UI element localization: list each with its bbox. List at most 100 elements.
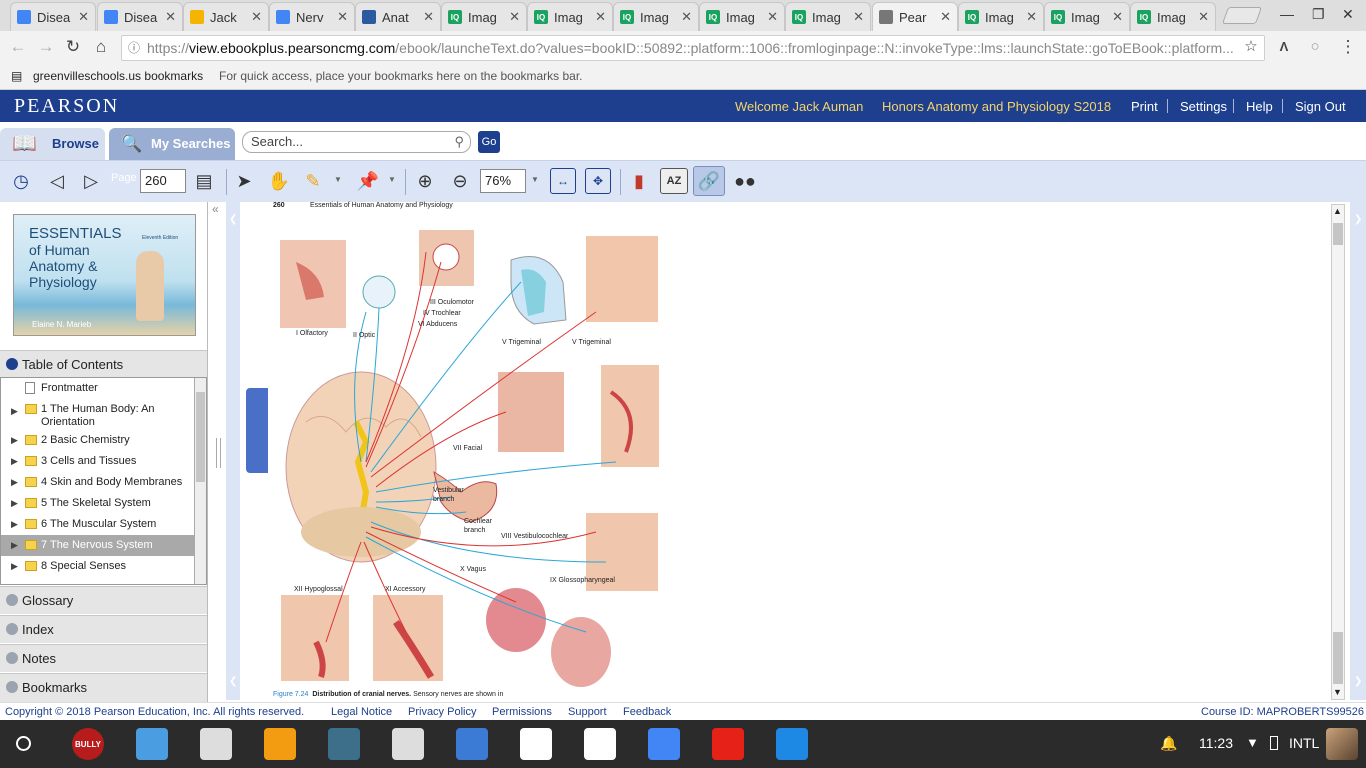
browser-tab[interactable]: Disea ✕ xyxy=(97,2,183,31)
toc-item-chapter-3[interactable]: ▶ 3 Cells and Tissues xyxy=(1,451,206,472)
prev-page-arrow-icon[interactable]: ❮ xyxy=(229,676,237,687)
scroll-down-icon[interactable]: ▼ xyxy=(1333,687,1342,697)
expand-icon[interactable]: ▶ xyxy=(11,430,18,451)
battery-icon[interactable] xyxy=(1270,736,1278,750)
highlighter-dropdown-icon[interactable]: ▼ xyxy=(334,175,342,184)
go-button[interactable]: Go xyxy=(478,131,500,153)
toc-item-chapter-4[interactable]: ▶ 4 Skin and Body Membranes xyxy=(1,472,206,493)
support-link[interactable]: Support xyxy=(568,703,607,721)
close-tab-icon[interactable]: ✕ xyxy=(1198,9,1209,25)
tab-browse[interactable]: 📖 Browse xyxy=(0,128,105,160)
next-page-icon[interactable]: ▷ xyxy=(78,168,104,194)
page-scrollbar[interactable]: ▲ ▼ xyxy=(1331,204,1345,700)
user-avatar[interactable] xyxy=(1326,728,1358,760)
close-tab-icon[interactable]: ✕ xyxy=(1026,9,1037,25)
gmail-app-icon[interactable] xyxy=(584,728,616,760)
prev-page-arrow-icon[interactable]: ❮ xyxy=(229,214,237,225)
launcher-icon[interactable] xyxy=(16,736,31,751)
pushpin-icon[interactable]: 📌 xyxy=(355,168,381,194)
browser-tab[interactable]: Pear ✕ xyxy=(872,2,958,31)
zoom-out-icon[interactable]: ⊖ xyxy=(447,168,473,194)
page-side-tab[interactable] xyxy=(246,388,268,473)
zoom-in-icon[interactable]: ⊕ xyxy=(412,168,438,194)
page-scrollbar-thumb[interactable] xyxy=(1333,632,1343,684)
expand-icon[interactable]: ▶ xyxy=(11,535,18,556)
toc-item-chapter-6[interactable]: ▶ 6 The Muscular System xyxy=(1,514,206,535)
sign-out-link[interactable]: Sign Out xyxy=(1295,99,1346,114)
close-tab-icon[interactable]: ✕ xyxy=(940,9,951,25)
browser-tab[interactable]: IQ Imag ✕ xyxy=(613,2,699,31)
scroll-up-icon[interactable]: ▲ xyxy=(1333,206,1342,216)
expand-icon[interactable]: ▶ xyxy=(11,451,18,472)
toc-item-chapter-2[interactable]: ▶ 2 Basic Chemistry xyxy=(1,430,206,451)
expand-icon[interactable]: ▶ xyxy=(11,556,18,577)
menu-icon[interactable]: ⋮ xyxy=(1338,37,1358,57)
browser-tab[interactable]: IQ Imag ✕ xyxy=(441,2,527,31)
toc-scrollbar-thumb[interactable] xyxy=(196,392,205,482)
browser-tab[interactable]: Disea ✕ xyxy=(10,2,96,31)
permissions-link[interactable]: Permissions xyxy=(492,703,552,721)
chrome-app-icon[interactable] xyxy=(520,728,552,760)
pushpin-dropdown-icon[interactable]: ▼ xyxy=(388,175,396,184)
pan-hand-icon[interactable]: ✋ xyxy=(266,168,292,194)
zoom-level-input[interactable]: 76% xyxy=(480,169,526,193)
close-tab-icon[interactable]: ✕ xyxy=(423,9,434,25)
close-tab-icon[interactable]: ✕ xyxy=(595,9,606,25)
extension-icon[interactable]: Λ xyxy=(1274,37,1294,57)
print-link[interactable]: Print xyxy=(1131,99,1158,114)
expand-icon[interactable]: ▶ xyxy=(11,472,18,493)
fit-width-icon[interactable]: ↔ xyxy=(550,168,576,194)
photo-app-icon[interactable] xyxy=(264,728,296,760)
reload-icon[interactable]: ↻ xyxy=(63,37,83,57)
close-tab-icon[interactable]: ✕ xyxy=(681,9,692,25)
close-tab-icon[interactable]: ✕ xyxy=(1112,9,1123,25)
page-number-input[interactable]: 260 xyxy=(140,169,186,193)
new-tab-button[interactable] xyxy=(1221,7,1263,24)
youtube-app-icon[interactable] xyxy=(712,728,744,760)
close-tab-icon[interactable]: ✕ xyxy=(337,9,348,25)
browser-tab[interactable]: IQ Imag ✕ xyxy=(527,2,613,31)
wifi-icon[interactable]: ▼ xyxy=(1246,735,1259,750)
zoom-dropdown-icon[interactable]: ▼ xyxy=(531,175,539,184)
browser-tab[interactable]: IQ Imag ✕ xyxy=(1044,2,1130,31)
sidebar-resize-handle[interactable] xyxy=(216,438,221,468)
next-page-strip[interactable]: ❯ ❯ xyxy=(1350,202,1366,700)
expand-icon[interactable]: ▶ xyxy=(11,514,18,535)
toc-header[interactable]: Table of Contents xyxy=(0,350,207,378)
minimize-icon[interactable]: — xyxy=(1280,6,1294,22)
next-page-arrow-icon[interactable]: ❯ xyxy=(1354,214,1362,225)
back-icon[interactable]: ← xyxy=(8,37,28,57)
browser-tab[interactable]: Anat ✕ xyxy=(355,2,441,31)
feedback-link[interactable]: Feedback xyxy=(623,703,671,721)
close-tab-icon[interactable]: ✕ xyxy=(251,9,262,25)
select-cursor-icon[interactable]: ➤ xyxy=(231,168,257,194)
input-method[interactable]: INTL xyxy=(1289,735,1319,751)
notification-bell-icon[interactable]: 🔔 xyxy=(1160,735,1177,752)
address-bar[interactable]: ⓘ https://view.ebookplus.pearsoncmg.com/… xyxy=(121,35,1265,61)
toc-scrollbar[interactable] xyxy=(194,378,206,584)
info-icon[interactable]: ⓘ xyxy=(128,36,140,60)
close-tab-icon[interactable]: ✕ xyxy=(767,9,778,25)
keep-app-icon[interactable] xyxy=(136,728,168,760)
collapse-sidebar-icon[interactable]: « xyxy=(212,202,219,216)
bookmark-star-icon[interactable]: ☆ xyxy=(1241,37,1261,57)
browser-tab[interactable]: IQ Imag ✕ xyxy=(785,2,871,31)
course-name[interactable]: Honors Anatomy and Physiology S2018 xyxy=(882,99,1111,114)
tree-app-icon[interactable] xyxy=(392,728,424,760)
highlighter-icon[interactable]: ✎ xyxy=(300,168,326,194)
toc-item-chapter-7[interactable]: ▶ 7 The Nervous System xyxy=(1,535,206,556)
docs-app-icon[interactable] xyxy=(648,728,680,760)
help-link[interactable]: Help xyxy=(1246,99,1273,114)
home-icon[interactable]: ⌂ xyxy=(91,37,111,57)
expand-icon[interactable]: ▶ xyxy=(11,405,18,418)
bookmarks-section[interactable]: Bookmarks xyxy=(0,673,207,702)
close-tab-icon[interactable]: ✕ xyxy=(853,9,864,25)
clock[interactable]: 11:23 xyxy=(1199,735,1233,751)
privacy-policy-link[interactable]: Privacy Policy xyxy=(408,703,476,721)
link-tool-icon[interactable]: 🔗 xyxy=(693,166,725,196)
glossary-az-icon[interactable]: AZ xyxy=(660,168,688,194)
history-icon[interactable]: ◷ xyxy=(8,168,34,194)
bookmarks-folder[interactable]: greenvilleschools.us bookmarks xyxy=(33,64,203,88)
toc-item-chapter-5[interactable]: ▶ 5 The Skeletal System xyxy=(1,493,206,514)
expand-icon[interactable]: ▶ xyxy=(11,493,18,514)
